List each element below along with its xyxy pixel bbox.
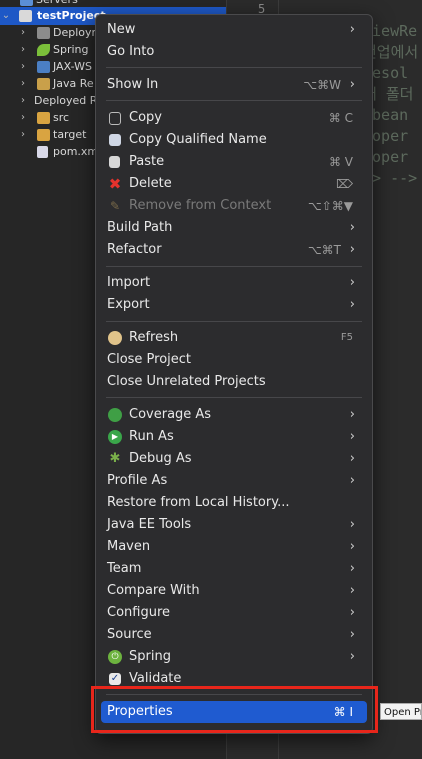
delete-key-icon: ⌦: [336, 177, 353, 191]
menu-item-compare-with[interactable]: Compare With ›: [101, 580, 367, 602]
shortcut-label: F5: [340, 332, 353, 343]
menu-item-show-in[interactable]: Show In ⌥⌘W ›: [101, 74, 367, 96]
menu-item-copy-qualified-name[interactable]: Copy Qualified Name: [101, 129, 367, 151]
chevron-right-icon: ›: [349, 297, 355, 312]
menu-item-go-into[interactable]: Go Into: [101, 41, 367, 63]
chevron-right-icon: ›: [349, 242, 355, 257]
chevron-right-icon: ›: [349, 22, 355, 37]
project-icon: [19, 10, 32, 22]
chevron-right-icon: ›: [349, 275, 355, 290]
spring-leaf-icon: [37, 44, 50, 56]
menu-item-refresh[interactable]: Refresh F5: [101, 327, 367, 349]
menu-item-new[interactable]: New ›: [101, 19, 367, 41]
chevron-right-icon: ›: [349, 429, 355, 444]
java-resources-icon: [37, 78, 50, 90]
menu-item-build-path[interactable]: Build Path ›: [101, 217, 367, 239]
highlight-annotation-box: [91, 686, 378, 733]
menu-item-restore-from-local-history[interactable]: Restore from Local History...: [101, 492, 367, 514]
menu-separator: [106, 67, 362, 68]
chevron-right-icon: ›: [349, 407, 355, 422]
folder-icon: [37, 129, 50, 141]
web-services-icon: [37, 61, 50, 73]
chevron-right-icon[interactable]: ›: [17, 24, 29, 42]
chevron-right-icon: ›: [349, 77, 355, 92]
remove-context-icon: ✎: [109, 199, 121, 213]
chevron-right-icon: ›: [349, 583, 355, 598]
deployment-descriptor-icon: [37, 27, 50, 39]
shortcut-label: ⌥⌘T: [307, 243, 341, 257]
shortcut-label: ⌥⌘W: [303, 78, 341, 92]
menu-separator: [106, 100, 362, 101]
folder-icon: [37, 112, 50, 124]
menu-item-import[interactable]: Import ›: [101, 272, 367, 294]
menu-item-configure[interactable]: Configure ›: [101, 602, 367, 624]
chevron-right-icon: ›: [349, 539, 355, 554]
menu-item-spring[interactable]: ⏻ Spring ›: [101, 646, 367, 668]
chevron-right-icon[interactable]: ›: [17, 126, 29, 144]
chevron-right-icon: ›: [349, 451, 355, 466]
menu-item-delete[interactable]: ✖ Delete ⌦: [101, 173, 367, 195]
menu-separator: [106, 397, 362, 398]
chevron-right-icon: ›: [349, 517, 355, 532]
chevron-right-icon: ›: [349, 605, 355, 620]
chevron-right-icon[interactable]: ›: [17, 58, 29, 76]
chevron-right-icon: ›: [349, 220, 355, 235]
menu-item-debug-as[interactable]: ✱ Debug As ›: [101, 448, 367, 470]
chevron-right-icon[interactable]: ›: [17, 109, 29, 127]
maven-file-icon: [37, 146, 48, 158]
menu-item-team[interactable]: Team ›: [101, 558, 367, 580]
shortcut-label: ⌘ V: [328, 155, 353, 169]
chevron-right-icon: ›: [349, 561, 355, 576]
refresh-icon: [108, 331, 122, 345]
menu-item-paste[interactable]: Paste ⌘ V: [101, 151, 367, 173]
menu-item-java-ee-tools[interactable]: Java EE Tools ›: [101, 514, 367, 536]
menu-item-maven[interactable]: Maven ›: [101, 536, 367, 558]
menu-item-coverage-as[interactable]: Coverage As ›: [101, 404, 367, 426]
debug-bug-icon: ✱: [109, 451, 121, 466]
spring-power-icon: ⏻: [108, 650, 122, 664]
menu-item-close-unrelated-projects[interactable]: Close Unrelated Projects: [101, 371, 367, 393]
coverage-icon: [108, 408, 122, 422]
menu-item-profile-as[interactable]: Profile As ›: [101, 470, 367, 492]
menu-item-source[interactable]: Source ›: [101, 624, 367, 646]
shortcut-label: ⌥⇧⌘▼: [307, 199, 353, 213]
shortcut-label: ⌘ C: [328, 111, 353, 125]
tooltip: Open Pr: [380, 703, 422, 720]
copy-qualified-icon: [109, 134, 121, 146]
chevron-right-icon: ›: [349, 473, 355, 488]
copy-icon: [109, 112, 121, 125]
chevron-right-icon: ›: [349, 649, 355, 664]
menu-separator: [106, 266, 362, 267]
delete-icon: ✖: [108, 175, 122, 193]
chevron-right-icon[interactable]: ›: [17, 92, 29, 110]
chevron-down-icon[interactable]: ⌄: [0, 7, 12, 25]
chevron-right-icon[interactable]: ›: [17, 41, 29, 59]
menu-item-close-project[interactable]: Close Project: [101, 349, 367, 371]
menu-item-copy[interactable]: Copy ⌘ C: [101, 107, 367, 129]
chevron-right-icon: ›: [349, 627, 355, 642]
menu-separator: [106, 321, 362, 322]
run-icon: ▶: [108, 430, 122, 444]
menu-item-run-as[interactable]: ▶ Run As ›: [101, 426, 367, 448]
validate-checkbox-icon: ✓: [109, 673, 121, 685]
folder-icon: [20, 0, 33, 6]
chevron-right-icon[interactable]: ›: [17, 75, 29, 93]
menu-item-remove-from-context[interactable]: ✎ Remove from Context ⌥⇧⌘▼: [101, 195, 367, 217]
paste-icon: [109, 156, 120, 168]
menu-item-export[interactable]: Export ›: [101, 294, 367, 316]
context-menu: New › Go Into Show In ⌥⌘W › Copy ⌘ C Cop…: [95, 14, 373, 734]
menu-item-refactor[interactable]: Refactor ⌥⌘T ›: [101, 239, 367, 261]
